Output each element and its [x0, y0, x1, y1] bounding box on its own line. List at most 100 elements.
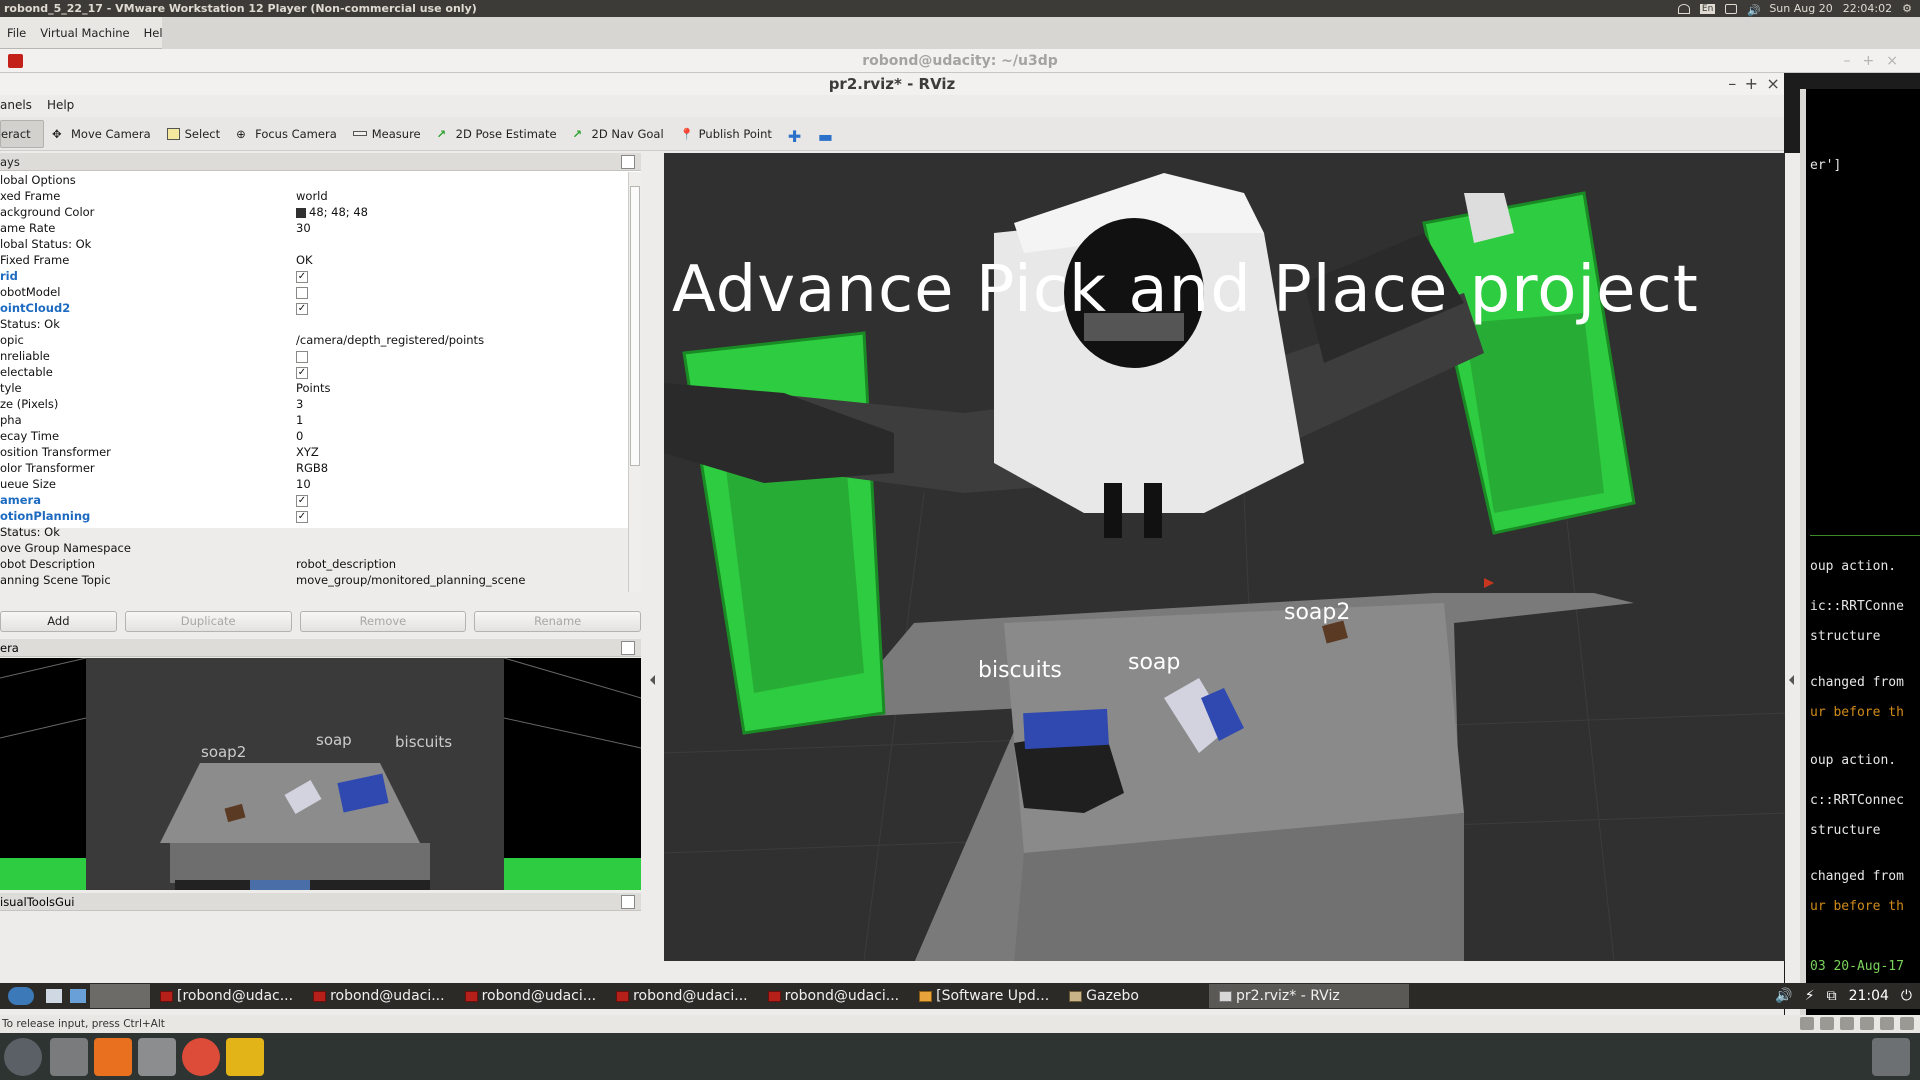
display-row[interactable]: ueue Size 10 — [0, 476, 628, 492]
vm-menu-virtual-machine[interactable]: Virtual Machine — [33, 26, 136, 40]
display-row[interactable]: lobal Options — [0, 172, 628, 188]
ubuntu-launcher-icon[interactable] — [4, 1038, 42, 1076]
volume-icon[interactable]: 🔊 — [1775, 988, 1792, 1004]
taskbar-item-terminal-5[interactable]: robond@udaci... — [758, 984, 910, 1008]
display-row[interactable]: rid ✓ — [0, 268, 628, 284]
display-property-value[interactable]: ✓ — [296, 300, 308, 316]
guest-clock[interactable]: 21:04 — [1849, 988, 1889, 1004]
battery-icon[interactable] — [1725, 3, 1738, 14]
display-property-value[interactable]: ✓ — [296, 492, 308, 508]
display-property-value[interactable] — [296, 348, 308, 364]
taskbar-item-gazebo[interactable]: Gazebo — [1059, 984, 1149, 1008]
start-menu-button[interactable] — [0, 984, 42, 1008]
camera-image-view[interactable]: soap2 soap biscuits — [0, 658, 641, 890]
scrollbar-thumb[interactable] — [630, 186, 640, 466]
taskbar-item-terminal-4[interactable]: robond@udaci... — [606, 984, 758, 1008]
panel-close-icon[interactable] — [621, 895, 635, 909]
display-row[interactable]: Status: Ok — [0, 524, 628, 540]
display-property-value[interactable]: ✓ — [296, 364, 308, 380]
add-tool-button[interactable]: ✚ — [780, 120, 810, 148]
minimize-icon[interactable]: – — [1728, 73, 1736, 95]
panel-close-icon[interactable] — [621, 641, 635, 655]
rviz-titlebar[interactable]: pr2.rviz* - RViz – + × — [0, 73, 1784, 95]
tool-measure[interactable]: Measure — [345, 120, 429, 148]
show-desktop-button[interactable] — [42, 984, 66, 1008]
display-row[interactable]: xed Frame world — [0, 188, 628, 204]
taskbar-item-terminal-2[interactable]: robond@udaci... — [303, 984, 455, 1008]
collapse-right-icon[interactable] — [1789, 675, 1794, 685]
remove-tool-button[interactable]: ▬ — [810, 120, 840, 148]
add-button[interactable]: Add — [0, 611, 117, 632]
rviz-menu-panels[interactable]: anels — [0, 98, 39, 112]
taskbar-item-software-updater[interactable]: [Software Upd... — [909, 984, 1059, 1008]
checkbox-checked[interactable]: ✓ — [296, 270, 308, 283]
display-row[interactable]: ecay Time 0 — [0, 428, 628, 444]
taskbar-item-terminal-3[interactable]: robond@udaci... — [455, 984, 607, 1008]
right-splitter[interactable] — [1785, 153, 1800, 1033]
terminal-scrollbar[interactable] — [1800, 89, 1806, 1034]
duplicate-button[interactable]: Duplicate — [124, 611, 292, 632]
displays-scrollbar[interactable] — [628, 172, 641, 592]
workspace-indicator[interactable] — [90, 984, 150, 1008]
display-row[interactable]: opic/camera/depth_registered/points — [0, 332, 628, 348]
display-row[interactable]: ze (Pixels) 3 — [0, 396, 628, 412]
wifi-icon[interactable] — [1677, 3, 1690, 14]
usb-icon[interactable] — [1900, 1017, 1914, 1030]
display-row[interactable]: ackground Color 48; 48; 48 — [0, 204, 628, 220]
taskbar-item-rviz[interactable]: pr2.rviz* - RViz — [1208, 984, 1409, 1008]
checkbox-unchecked[interactable] — [296, 350, 308, 363]
tool-publish-point[interactable]: 📍 Publish Point — [672, 120, 780, 148]
display-row[interactable]: anning Scene Topic move_group/monitored_p… — [0, 572, 628, 588]
rviz-menu-help[interactable]: Help — [39, 98, 81, 112]
cd-drive-icon[interactable] — [1820, 1017, 1834, 1030]
remove-button[interactable]: Remove — [299, 611, 467, 632]
power-indicator-icon[interactable]: ⚡ — [1805, 988, 1815, 1004]
terminal-close-icon[interactable] — [8, 54, 23, 68]
terminal-window-titlebar[interactable]: robond@udacity: ~/u3dp –+× — [0, 49, 1920, 73]
chrome-icon[interactable] — [182, 1038, 220, 1076]
terminal-window-controls[interactable]: –+× — [1844, 49, 1910, 73]
display-property-value[interactable] — [296, 284, 308, 300]
checkbox-checked[interactable]: ✓ — [296, 366, 308, 379]
tool-select[interactable]: Select — [159, 120, 228, 148]
display-row[interactable]: amera ✓ — [0, 492, 628, 508]
vmware-player-icon[interactable] — [226, 1038, 264, 1076]
display-row[interactable]: nreliable — [0, 348, 628, 364]
taskbar-item-terminal-1[interactable]: [robond@udac... — [150, 984, 303, 1008]
display-row[interactable]: osition Transformer XYZ — [0, 444, 628, 460]
keyboard-indicator[interactable]: En — [1699, 3, 1716, 14]
tool-move-camera[interactable]: ✥ Move Camera — [44, 120, 159, 148]
display-row[interactable]: ame Rate 30 — [0, 220, 628, 236]
display-row[interactable]: obot Description robot_description — [0, 556, 628, 572]
checkbox-unchecked[interactable] — [296, 286, 308, 299]
display-row[interactable]: ove Group Namespace — [0, 540, 628, 556]
close-icon[interactable]: × — [1766, 73, 1779, 95]
system-settings-icon[interactable] — [138, 1038, 176, 1076]
left-splitter[interactable] — [641, 153, 664, 1033]
tool-2d-nav-goal[interactable]: ↗ 2D Nav Goal — [565, 120, 672, 148]
display-row[interactable]: obotModel — [0, 284, 628, 300]
vm-menu-file[interactable]: File — [0, 26, 33, 40]
display-row[interactable]: tyle Points — [0, 380, 628, 396]
volume-icon[interactable]: 🔊 — [1747, 4, 1761, 17]
rviz-3d-view[interactable]: Advance Pick and Place project soap2 soa… — [664, 153, 1785, 961]
workspace-switcher[interactable] — [66, 984, 90, 1008]
collapse-left-icon[interactable] — [650, 675, 655, 685]
panel-close-icon[interactable] — [621, 155, 635, 169]
display-row[interactable]: lobal Status: Ok — [0, 236, 628, 252]
display-row[interactable]: pha 1 — [0, 412, 628, 428]
display-property-value[interactable]: ✓ — [296, 268, 308, 284]
hard-disk-icon[interactable] — [1800, 1017, 1814, 1030]
software-center-icon[interactable] — [94, 1038, 132, 1076]
tool-2d-pose-estimate[interactable]: ↗ 2D Pose Estimate — [429, 120, 565, 148]
shutdown-icon[interactable]: ⏻ — [1901, 988, 1912, 1004]
display-property-value[interactable]: ✓ — [296, 508, 308, 524]
maximize-icon[interactable]: + — [1745, 73, 1758, 95]
display-row[interactable]: olor Transformer RGB8 — [0, 460, 628, 476]
checkbox-checked[interactable]: ✓ — [296, 302, 308, 315]
display-row[interactable]: ointCloud2 ✓ — [0, 300, 628, 316]
file-manager-icon[interactable] — [50, 1038, 88, 1076]
settings-gear-icon[interactable]: ⚙ — [1902, 2, 1912, 15]
trash-icon[interactable] — [1872, 1038, 1910, 1076]
network-icon[interactable]: ⧉ — [1827, 988, 1837, 1004]
